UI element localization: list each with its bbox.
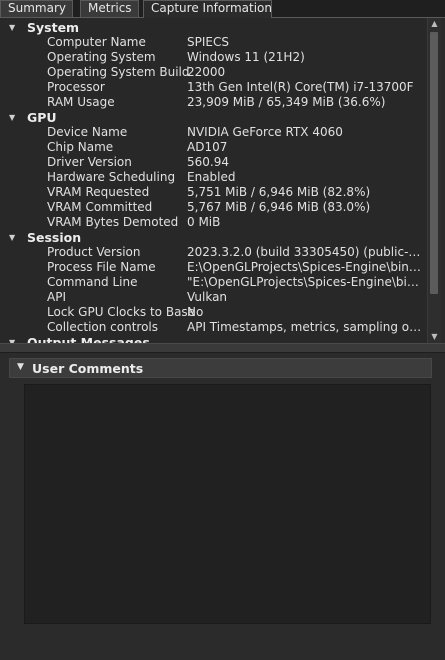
property-value: No xyxy=(187,305,204,319)
section-title: Session xyxy=(27,230,82,245)
user-comments-title: User Comments xyxy=(32,361,144,376)
section-title: Output Messages xyxy=(27,335,150,343)
tree-row[interactable]: Collection controls API Timestamps, metri… xyxy=(0,320,427,335)
property-value: 23,909 MiB / 65,349 MiB (36.6%) xyxy=(187,95,386,109)
tab-metrics[interactable]: Metrics xyxy=(80,0,139,17)
property-key: VRAM Committed xyxy=(47,200,153,214)
panel-splitter[interactable] xyxy=(0,343,445,353)
scrollbar-thumb[interactable] xyxy=(430,32,438,294)
property-key: VRAM Requested xyxy=(47,185,150,199)
property-key: API xyxy=(47,290,66,304)
tree-row[interactable]: Operating System Windows 11 (21H2) xyxy=(0,50,427,65)
property-value: 5,751 MiB / 6,946 MiB (82.8%) xyxy=(187,185,371,199)
tree-row[interactable]: API Vulkan xyxy=(0,290,427,305)
property-key: Product Version xyxy=(47,245,141,259)
property-value: 22000 xyxy=(187,65,226,79)
capture-info-tree: ▼ System Computer Name SPIECS Operating S… xyxy=(0,18,427,343)
triangle-down-icon[interactable]: ▼ xyxy=(9,335,15,343)
tree-row[interactable]: Lock GPU Clocks to Base No xyxy=(0,305,427,320)
tree-row[interactable]: VRAM Committed 5,767 MiB / 6,946 MiB (83.… xyxy=(0,200,427,215)
section-title: GPU xyxy=(27,110,57,125)
tree-row[interactable]: Command Line "E:\OpenGLProjects\Spices-En… xyxy=(0,275,427,290)
tree-row[interactable]: Chip Name AD107 xyxy=(0,140,427,155)
property-key: Lock GPU Clocks to Base xyxy=(47,305,196,319)
property-value: 560.94 xyxy=(187,155,229,169)
user-comments-textarea[interactable] xyxy=(24,384,431,624)
property-key: Operating System Build xyxy=(47,65,190,79)
property-key: RAM Usage xyxy=(47,95,115,109)
property-value: API Timestamps, metrics, sampling oldes.… xyxy=(187,320,423,334)
tree-row[interactable]: VRAM Bytes Demoted 0 MiB xyxy=(0,215,427,230)
property-key: Processor xyxy=(47,80,105,94)
property-key: Command Line xyxy=(47,275,138,289)
property-value: 13th Gen Intel(R) Core(TM) i7-13700F xyxy=(187,80,414,94)
property-key: Process File Name xyxy=(47,260,156,274)
property-value: Vulkan xyxy=(187,290,228,304)
property-value: 5,767 MiB / 6,946 MiB (83.0%) xyxy=(187,200,371,214)
triangle-down-icon[interactable]: ▼ xyxy=(17,362,24,372)
triangle-down-icon[interactable]: ▼ xyxy=(9,20,15,35)
tree-row[interactable]: Driver Version 560.94 xyxy=(0,155,427,170)
tree-row[interactable]: Processor 13th Gen Intel(R) Core(TM) i7-1… xyxy=(0,80,427,95)
property-value: Enabled xyxy=(187,170,236,184)
property-key: Chip Name xyxy=(47,140,114,154)
tab-bar: Summary Metrics Capture Information xyxy=(0,0,445,18)
tree-row[interactable]: VRAM Requested 5,751 MiB / 6,946 MiB (82.… xyxy=(0,185,427,200)
property-value: AD107 xyxy=(187,140,228,154)
tree-row[interactable]: Process File Name E:\OpenGLProjects\Spice… xyxy=(0,260,427,275)
tree-row[interactable]: Product Version 2023.3.2.0 (build 3330545… xyxy=(0,245,427,260)
tab-summary[interactable]: Summary xyxy=(0,0,73,17)
property-value: SPIECS xyxy=(187,35,229,49)
property-key: Device Name xyxy=(47,125,128,139)
triangle-down-icon[interactable]: ▼ xyxy=(9,110,15,125)
vertical-scrollbar[interactable]: ▲ ▼ xyxy=(427,18,441,343)
property-value: E:\OpenGLProjects\Spices-Engine\bin\De..… xyxy=(187,260,423,274)
section-output-messages[interactable]: ▼ Output Messages xyxy=(0,335,427,343)
scroll-up-arrow-icon[interactable]: ▲ xyxy=(428,18,441,30)
tree-row[interactable]: Operating System Build 22000 xyxy=(0,65,427,80)
property-key: Operating System xyxy=(47,50,156,64)
property-key: VRAM Bytes Demoted xyxy=(47,215,179,229)
property-key: Collection controls xyxy=(47,320,159,334)
property-value: Windows 11 (21H2) xyxy=(187,50,305,64)
scroll-down-arrow-icon[interactable]: ▼ xyxy=(428,331,441,343)
property-key: Driver Version xyxy=(47,155,132,169)
section-gpu[interactable]: ▼ GPU xyxy=(0,110,427,125)
property-value: NVIDIA GeForce RTX 4060 xyxy=(187,125,343,139)
property-key: Computer Name xyxy=(47,35,146,49)
tab-capture-information[interactable]: Capture Information xyxy=(143,0,272,18)
property-value: "E:\OpenGLProjects\Spices-Engine\bin\De.… xyxy=(187,275,423,289)
section-system[interactable]: ▼ System xyxy=(0,20,427,35)
property-value: 0 MiB xyxy=(187,215,221,229)
tree-row[interactable]: RAM Usage 23,909 MiB / 65,349 MiB (36.6%) xyxy=(0,95,427,110)
tree-row[interactable]: Computer Name SPIECS xyxy=(0,35,427,50)
user-comments-header[interactable]: ▼ User Comments xyxy=(9,358,432,378)
section-session[interactable]: ▼ Session xyxy=(0,230,427,245)
property-value: 2023.3.2.0 (build 33305450) (public-rele… xyxy=(187,245,423,259)
property-key: Hardware Scheduling xyxy=(47,170,176,184)
section-title: System xyxy=(27,20,80,35)
triangle-down-icon[interactable]: ▼ xyxy=(9,230,15,245)
tree-row[interactable]: Device Name NVIDIA GeForce RTX 4060 xyxy=(0,125,427,140)
tree-row[interactable]: Hardware Scheduling Enabled xyxy=(0,170,427,185)
